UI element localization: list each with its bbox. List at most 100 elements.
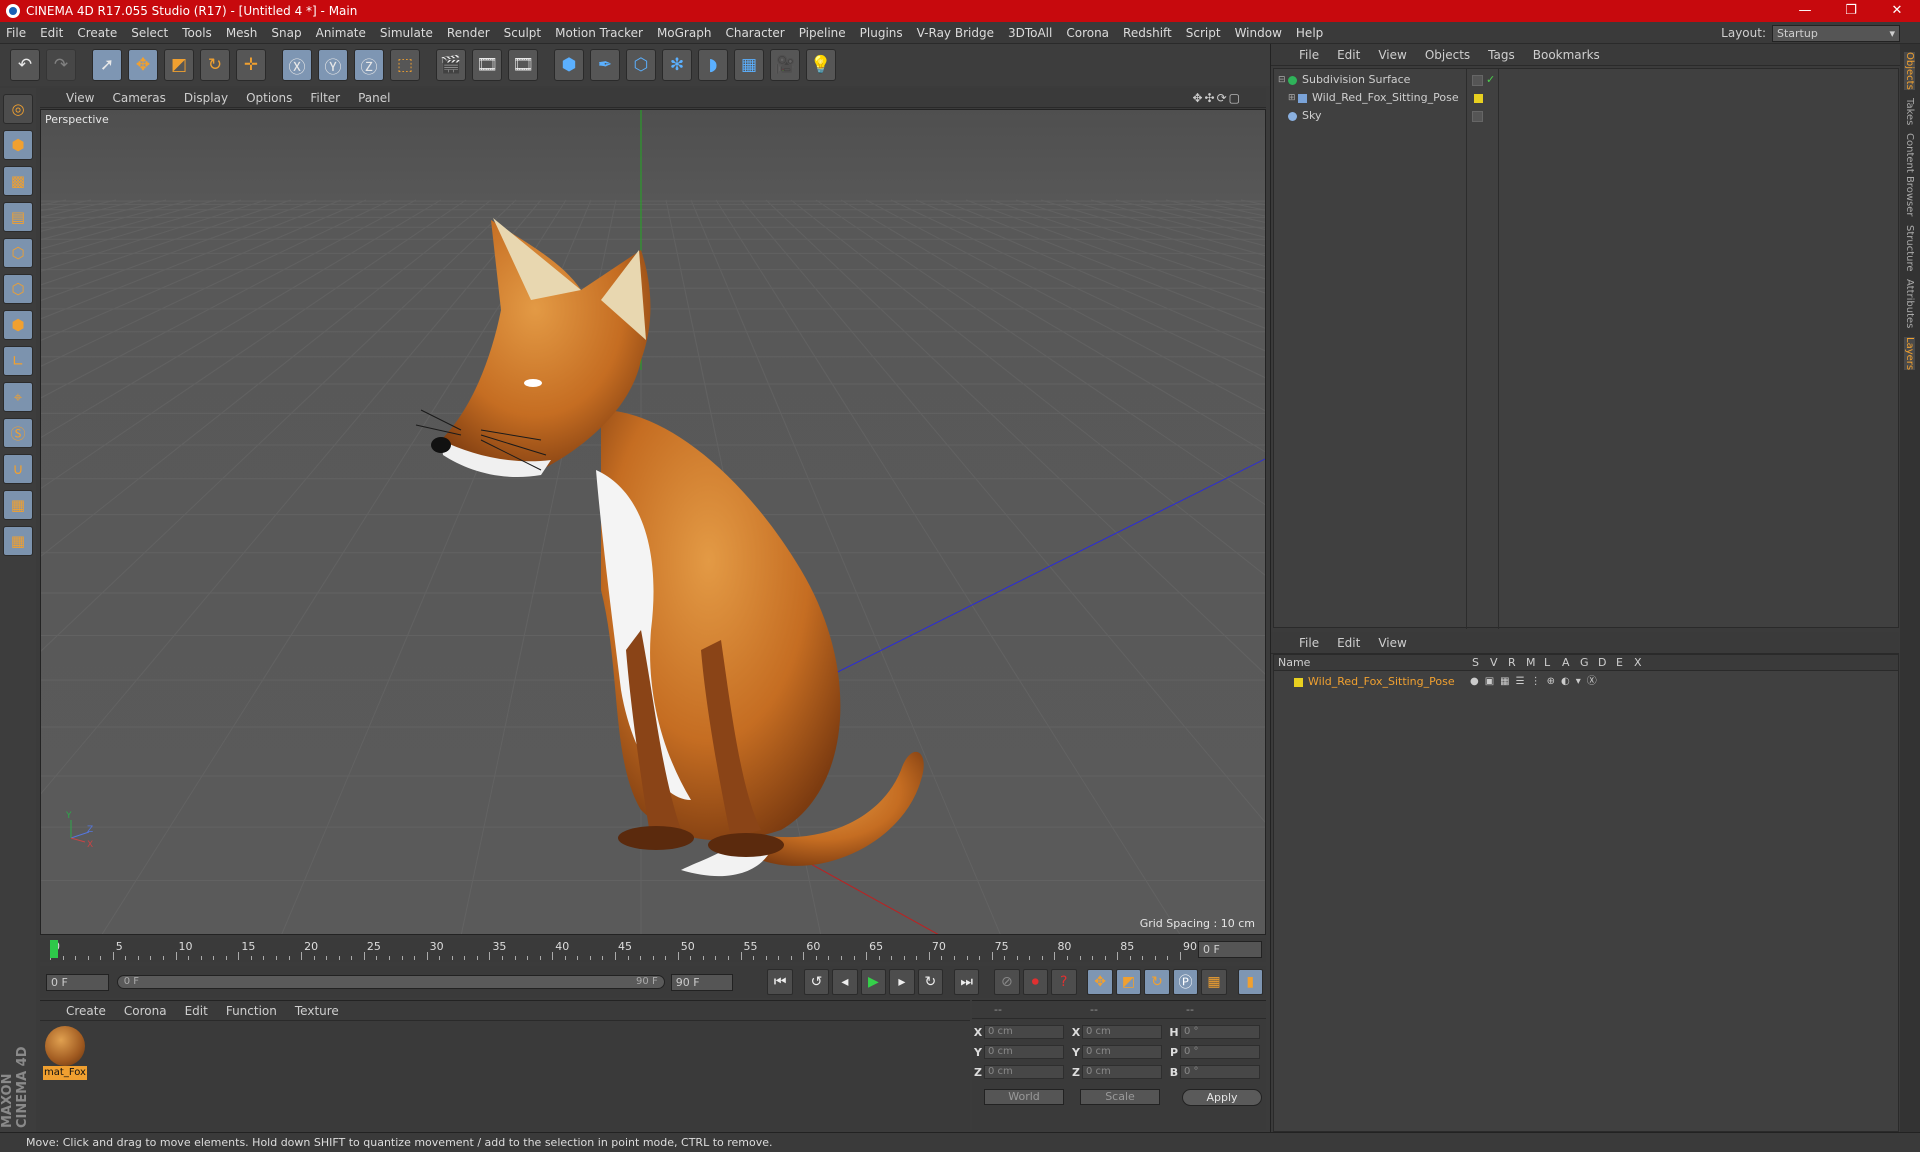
menu-item-character[interactable]: Character <box>725 26 784 40</box>
coord-value-field[interactable]: 0 cm <box>984 1045 1064 1059</box>
autokey-icon[interactable]: ? <box>1051 969 1077 995</box>
coord-value-field[interactable]: 0 ° <box>1180 1025 1260 1039</box>
menu-item-sculpt[interactable]: Sculpt <box>504 26 541 40</box>
coordinate-system-dropdown[interactable]: World <box>984 1089 1064 1105</box>
play-icon[interactable]: ▶ <box>860 969 887 995</box>
minimize-button[interactable]: — <box>1782 0 1828 22</box>
key-rotation-icon[interactable]: ↻ <box>1144 969 1170 995</box>
playhead[interactable] <box>50 940 58 958</box>
polygons-mode-icon[interactable]: ⬢ <box>3 310 33 340</box>
menu-item-pipeline[interactable]: Pipeline <box>799 26 846 40</box>
viewport-menu-options[interactable]: Options <box>246 91 292 105</box>
side-tab-objects[interactable]: Objects <box>1904 52 1915 90</box>
key-pla-icon[interactable]: ▦ <box>1201 969 1227 995</box>
menu-item-create[interactable]: Create <box>77 26 117 40</box>
render-picture-viewer-icon[interactable]: 🎞 <box>472 49 502 81</box>
layer-menu-edit[interactable]: Edit <box>1337 636 1360 650</box>
layer-menu-file[interactable]: File <box>1299 636 1319 650</box>
object-menu-tags[interactable]: Tags <box>1488 48 1515 62</box>
current-frame-field[interactable]: 0 F <box>1198 941 1262 958</box>
axis-mode-icon[interactable]: ∟ <box>3 346 33 376</box>
menu-item-plugins[interactable]: Plugins <box>860 26 903 40</box>
side-tab-takes[interactable]: Takes <box>1904 98 1915 125</box>
object-menu-edit[interactable]: Edit <box>1337 48 1360 62</box>
key-parameter-icon[interactable]: Ⓟ <box>1172 969 1199 995</box>
coord-value-field[interactable]: 0 cm <box>1082 1025 1162 1039</box>
menu-item-mesh[interactable]: Mesh <box>226 26 258 40</box>
go-to-start-icon[interactable]: ⏮ <box>767 969 793 995</box>
make-editable-icon[interactable]: ◎ <box>3 94 33 124</box>
menu-item-script[interactable]: Script <box>1186 26 1221 40</box>
coord-value-field[interactable]: 0 cm <box>984 1025 1064 1039</box>
side-tab-structure[interactable]: Structure <box>1904 225 1915 272</box>
object-row-subdivision[interactable]: ⊟ Subdivision Surface ✓ <box>1274 71 1898 89</box>
array-object-icon[interactable]: ✻ <box>662 49 692 81</box>
coordinate-system-icon[interactable]: ⬚ <box>390 49 420 81</box>
floor-object-icon[interactable]: ▦ <box>734 49 764 81</box>
key-position-icon[interactable]: ✥ <box>1087 969 1113 995</box>
planar-workplane-icon[interactable]: ▦ <box>3 526 33 556</box>
coord-value-field[interactable]: 0 cm <box>984 1065 1064 1079</box>
menu-item-motion-tracker[interactable]: Motion Tracker <box>555 26 643 40</box>
scale-tool-icon[interactable]: ◩ <box>164 49 194 81</box>
menu-item-animate[interactable]: Animate <box>316 26 366 40</box>
menu-item-select[interactable]: Select <box>131 26 168 40</box>
end-frame-field[interactable]: 90 F <box>670 973 734 991</box>
record-key-icon[interactable]: ⏺ <box>1022 969 1049 995</box>
size-mode-dropdown[interactable]: Scale <box>1080 1089 1160 1105</box>
redo-icon[interactable]: ↷ <box>46 49 76 81</box>
lock-workplane-icon[interactable]: ▦ <box>3 490 33 520</box>
spline-pen-icon[interactable]: ✒ <box>590 49 620 81</box>
layer-toggle-icons[interactable]: ●▣▦☰⋮⊕◐▾Ⓧ <box>1470 673 1603 691</box>
menu-item-redshift[interactable]: Redshift <box>1123 26 1172 40</box>
coord-value-field[interactable]: 0 ° <box>1180 1045 1260 1059</box>
viewport-menu-filter[interactable]: Filter <box>310 91 340 105</box>
magnet-icon[interactable]: ∪ <box>3 454 33 484</box>
object-row-fox[interactable]: ⊞ Wild_Red_Fox_Sitting_Pose <box>1274 89 1898 107</box>
deformer-icon[interactable]: ◗ <box>698 49 728 81</box>
viewport-menu-panel[interactable]: Panel <box>358 91 390 105</box>
edges-mode-icon[interactable]: ⬡ <box>3 274 33 304</box>
object-menu-bookmarks[interactable]: Bookmarks <box>1533 48 1600 62</box>
points-mode-icon[interactable]: ⬡ <box>3 238 33 268</box>
close-button[interactable]: ✕ <box>1874 0 1920 22</box>
undo-icon[interactable]: ↶ <box>10 49 40 81</box>
maximize-button[interactable]: ❐ <box>1828 0 1874 22</box>
viewport-menu-view[interactable]: View <box>66 91 94 105</box>
texture-mode-icon[interactable]: ▩ <box>3 166 33 196</box>
workplane-icon[interactable]: ▤ <box>3 202 33 232</box>
motion-path-icon[interactable]: ⊘ <box>994 969 1020 995</box>
viewport-menu-display[interactable]: Display <box>184 91 228 105</box>
coord-value-field[interactable]: 0 cm <box>1082 1045 1162 1059</box>
next-frame-icon[interactable]: ▸ <box>889 969 915 995</box>
sky-layer-checkbox[interactable] <box>1472 110 1483 122</box>
layer-row-fox[interactable]: Wild_Red_Fox_Sitting_Pose ●▣▦☰⋮⊕◐▾Ⓧ <box>1274 673 1898 691</box>
cube-object-icon[interactable]: ⬢ <box>554 49 584 81</box>
viewport-navigation-icons[interactable]: ✥✣⟳▢ <box>1192 91 1242 105</box>
x-axis-lock-icon[interactable]: Ⓧ <box>282 49 312 81</box>
perspective-viewport[interactable]: Y Z X Perspective Grid Spacing : 10 cm <box>40 109 1266 935</box>
last-tool-icon[interactable]: ✛ <box>236 49 266 81</box>
layout-dropdown[interactable]: Startup <box>1772 24 1900 42</box>
side-tab-content-browser[interactable]: Content Browser <box>1904 133 1915 216</box>
timeline-ruler[interactable]: 051015202530354045505560657075808590 <box>50 938 1197 962</box>
side-tab-layers[interactable]: Layers <box>1904 336 1915 370</box>
object-menu-view[interactable]: View <box>1378 48 1406 62</box>
model-mode-icon[interactable]: ⬢ <box>3 130 33 160</box>
snap-icon[interactable]: Ⓢ <box>3 418 33 448</box>
key-scale-icon[interactable]: ◩ <box>1115 969 1142 995</box>
menu-item-file[interactable]: File <box>6 26 26 40</box>
go-to-end-icon[interactable]: ⏭ <box>953 969 980 995</box>
menu-item-help[interactable]: Help <box>1296 26 1323 40</box>
z-axis-lock-icon[interactable]: Ⓩ <box>354 49 384 81</box>
subdivision-surface-icon[interactable]: ⬡ <box>626 49 656 81</box>
menu-item-snap[interactable]: Snap <box>271 26 301 40</box>
timeline-window-icon[interactable]: ▮ <box>1237 969 1263 995</box>
layer-color-swatch[interactable] <box>1474 93 1483 103</box>
preview-range-slider[interactable]: 0 F 90 F <box>116 975 665 989</box>
live-selection-icon[interactable]: ➚ <box>92 49 122 81</box>
rotate-tool-icon[interactable]: ↻ <box>200 49 230 81</box>
camera-object-icon[interactable]: 🎥 <box>770 49 800 81</box>
menu-item-mograph[interactable]: MoGraph <box>657 26 712 40</box>
menu-item-render[interactable]: Render <box>447 26 490 40</box>
